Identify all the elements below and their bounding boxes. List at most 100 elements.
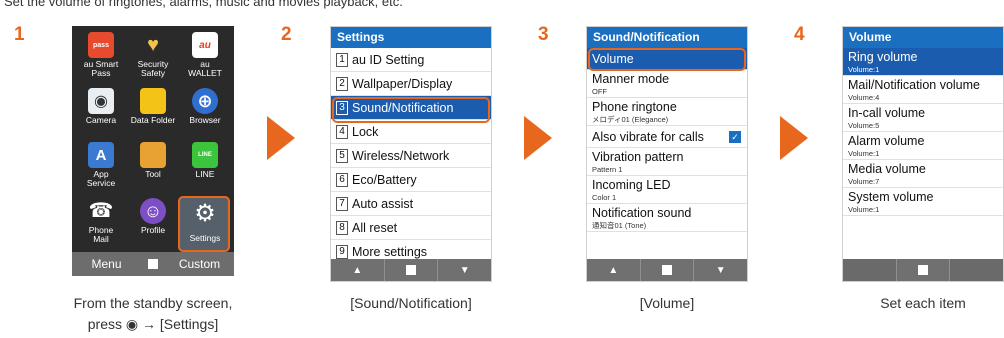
checkbox-checked-icon[interactable]: ✓: [729, 131, 741, 143]
app-tool[interactable]: Tool: [128, 142, 178, 179]
item-label: Notification sound: [592, 206, 692, 220]
app-label: Profile: [140, 225, 166, 235]
softkey-bar: ▲ ▼: [587, 259, 747, 281]
number-box: 1: [336, 52, 348, 67]
app-label: LINE: [195, 169, 215, 179]
up-arrow-icon[interactable]: ▲: [587, 259, 641, 281]
number-box: 6: [336, 172, 348, 187]
square-icon: [662, 265, 672, 275]
settings-item[interactable]: 4 Lock: [331, 120, 491, 144]
caption-step-3: [Volume]: [639, 295, 695, 311]
home-screen: pass au Smart Pass ♥ Security Safety au …: [72, 26, 234, 276]
item-value: Pattern 1: [592, 165, 623, 174]
app-label: Settings: [189, 233, 221, 243]
item-value: Volume:1: [848, 149, 880, 158]
item-value: Volume:1: [848, 205, 880, 214]
in-call-volume-item[interactable]: In-call volume Volume:5: [843, 104, 1003, 132]
app-profile[interactable]: ☺ Profile: [128, 198, 178, 235]
sound-list: Volume Manner mode OFF Phone ringtone メロディ…: [587, 48, 747, 262]
manner-mode-item[interactable]: Manner mode OFF: [587, 70, 747, 98]
notification-sound-item[interactable]: Notification sound 通知音01 (Tone): [587, 204, 747, 232]
item-label: Lock: [352, 124, 379, 139]
number-box: 9: [336, 244, 348, 259]
center-softkey[interactable]: [141, 252, 165, 276]
system-volume-item[interactable]: System volume Volume:1: [843, 188, 1003, 216]
arrow-right-icon: [524, 116, 552, 160]
item-label: Auto assist: [352, 196, 414, 211]
app-camera[interactable]: ◉ Camera: [76, 88, 126, 125]
app-label: au WALLET: [188, 59, 222, 78]
item-label: au ID Setting: [352, 52, 425, 67]
number-box: 8: [336, 220, 348, 235]
mail-notification-volume-item[interactable]: Mail/Notification volume Volume:4: [843, 76, 1003, 104]
down-arrow-icon[interactable]: ▼: [694, 259, 747, 281]
selection-highlight: [588, 48, 746, 71]
app-data-folder[interactable]: Data Folder: [128, 88, 178, 125]
center-softkey[interactable]: [641, 259, 695, 281]
caption-step-1: From the standby screen, press ◉ → [Sett…: [48, 293, 258, 335]
center-softkey[interactable]: [385, 259, 439, 281]
item-label: Ring volume: [848, 50, 918, 64]
ring-volume-item[interactable]: Ring volume Volume:1: [843, 48, 1003, 76]
number-box: 5: [336, 148, 348, 163]
settings-item[interactable]: 1 au ID Setting: [331, 48, 491, 72]
right-softkey[interactable]: [950, 259, 1003, 281]
browser-icon: ⊕: [192, 88, 218, 114]
heart-icon: ♥: [147, 33, 159, 56]
caption-line-1: From the standby screen,: [73, 295, 233, 311]
step-number-3: 3: [538, 24, 549, 45]
incoming-led-item[interactable]: Incoming LED Color 1: [587, 176, 747, 204]
settings-item[interactable]: 8 All reset: [331, 216, 491, 240]
item-value: Color 1: [592, 193, 617, 202]
item-label: Also vibrate for calls: [592, 129, 704, 144]
settings-list: 1 au ID Setting 2 Wallpaper/Display 3 Sound…: [331, 48, 491, 262]
settings-item[interactable]: 5 Wireless/Network: [331, 144, 491, 168]
item-value: Volume:5: [848, 121, 880, 130]
item-label: Alarm volume: [848, 134, 925, 148]
app-security-safety[interactable]: ♥ Security Safety: [128, 32, 178, 78]
intro-text: Set the volume of ringtones, alarms, mus…: [4, 0, 403, 9]
item-label: Phone ringtone: [592, 100, 677, 114]
item-value: Volume:1: [848, 65, 880, 74]
app-line[interactable]: LINE LINE: [180, 142, 230, 179]
menu-softkey[interactable]: Menu: [72, 257, 141, 271]
settings-item[interactable]: 7 Auto assist: [331, 192, 491, 216]
settings-item[interactable]: 2 Wallpaper/Display: [331, 72, 491, 96]
home-softkey-bar: Menu Custom: [72, 252, 234, 276]
selection-highlight: [332, 97, 490, 123]
app-label: Security Safety: [137, 59, 169, 78]
wallet-icon: au: [192, 32, 218, 58]
item-label: Incoming LED: [592, 178, 671, 192]
down-arrow-icon[interactable]: ▼: [438, 259, 491, 281]
left-softkey[interactable]: [843, 259, 897, 281]
settings-item[interactable]: 6 Eco/Battery: [331, 168, 491, 192]
vibration-pattern-item[interactable]: Vibration pattern Pattern 1: [587, 148, 747, 176]
screen-title: Sound/Notification: [587, 27, 747, 48]
app-browser[interactable]: ⊕ Browser: [180, 88, 230, 125]
app-phone-mail[interactable]: ☎ Phone Mail: [76, 198, 126, 244]
pass-icon: pass: [88, 32, 114, 58]
up-arrow-icon[interactable]: ▲: [331, 259, 385, 281]
item-label: Vibration pattern: [592, 150, 684, 164]
media-volume-item[interactable]: Media volume Volume:7: [843, 160, 1003, 188]
square-icon: [406, 265, 416, 275]
screen-title: Settings: [331, 27, 491, 48]
caption-line-2: press ◉ → [Settings]: [87, 316, 219, 332]
center-softkey[interactable]: [897, 259, 951, 281]
custom-softkey[interactable]: Custom: [165, 257, 234, 271]
also-vibrate-item[interactable]: Also vibrate for calls ✓: [587, 126, 747, 148]
phone-ringtone-item[interactable]: Phone ringtone メロディ01 (Elegance): [587, 98, 747, 126]
caption-step-2: [Sound/Notification]: [350, 295, 472, 311]
app-settings[interactable]: ⚙ Settings: [180, 200, 230, 243]
gear-icon: ⚙: [194, 199, 216, 227]
app-app-service[interactable]: A App Service: [76, 142, 126, 188]
toolbox-icon: [140, 142, 166, 168]
item-label: Mail/Notification volume: [848, 78, 980, 92]
app-au-wallet[interactable]: au au WALLET: [180, 32, 230, 78]
alarm-volume-item[interactable]: Alarm volume Volume:1: [843, 132, 1003, 160]
softkey-bar: ▲ ▼: [331, 259, 491, 281]
item-value: Volume:7: [848, 177, 880, 186]
app-au-smart-pass[interactable]: pass au Smart Pass: [76, 32, 126, 78]
arrow-right-icon: [780, 116, 808, 160]
screen-title: Volume: [843, 27, 1003, 48]
